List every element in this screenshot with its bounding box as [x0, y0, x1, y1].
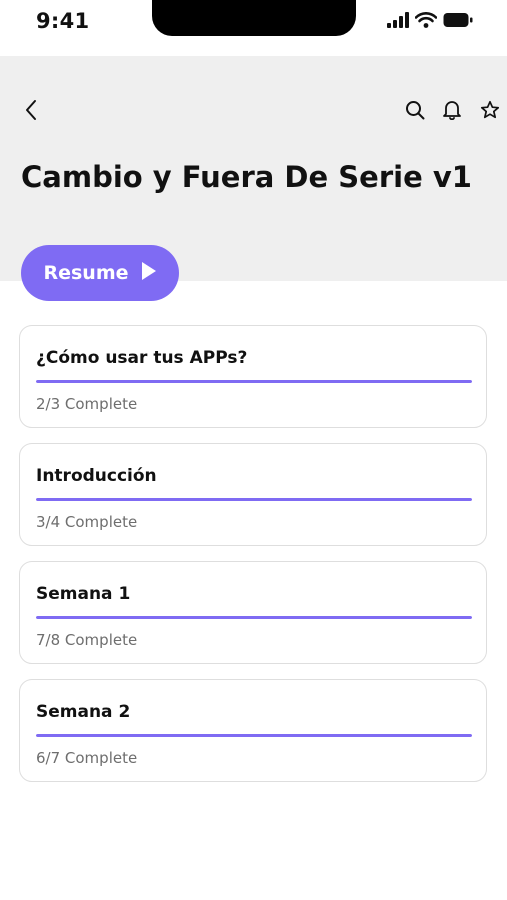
search-icon	[405, 100, 425, 123]
module-progress-bar	[36, 616, 472, 619]
chevron-left-icon	[24, 99, 38, 124]
module-card[interactable]: Introducción 3/4 Complete	[19, 443, 487, 546]
module-card[interactable]: Semana 2 6/7 Complete	[19, 679, 487, 782]
status-icons	[387, 12, 473, 32]
play-icon	[141, 261, 157, 286]
module-status: 3/4 Complete	[36, 513, 138, 531]
module-status: 6/7 Complete	[36, 749, 138, 767]
device-notch	[152, 0, 356, 36]
module-title: Semana 2	[36, 702, 131, 722]
module-progress-bar	[36, 734, 472, 737]
module-title: Introducción	[36, 466, 157, 486]
module-progress-fill	[36, 498, 472, 501]
wifi-icon	[414, 12, 438, 32]
signal-icon	[387, 12, 409, 32]
module-card[interactable]: Semana 1 7/8 Complete	[19, 561, 487, 664]
battery-icon	[443, 12, 473, 32]
star-icon	[480, 100, 500, 123]
module-status: 7/8 Complete	[36, 631, 138, 649]
module-progress-fill	[36, 616, 472, 619]
module-status: 2/3 Complete	[36, 395, 138, 413]
module-list: ¿Cómo usar tus APPs? 2/3 Complete Introd…	[19, 325, 489, 797]
module-title: Semana 1	[36, 584, 131, 604]
module-progress-bar	[36, 498, 472, 501]
module-progress-fill	[36, 734, 472, 737]
module-progress-fill	[36, 380, 472, 383]
course-page: 9:41 Cambio y Fuera De Serie v1 Resume ¿…	[0, 0, 507, 900]
notifications-button[interactable]	[439, 98, 465, 124]
module-title: ¿Cómo usar tus APPs?	[36, 348, 248, 368]
module-progress-bar	[36, 380, 472, 383]
favorite-button[interactable]	[477, 98, 503, 124]
status-bar: 9:41	[0, 0, 507, 56]
status-time: 9:41	[36, 9, 90, 33]
module-card[interactable]: ¿Cómo usar tus APPs? 2/3 Complete	[19, 325, 487, 428]
page-title: Cambio y Fuera De Serie v1	[21, 160, 472, 194]
resume-button[interactable]: Resume	[21, 245, 179, 301]
search-button[interactable]	[402, 98, 428, 124]
resume-button-label: Resume	[43, 262, 129, 284]
bell-icon	[442, 99, 462, 123]
back-button[interactable]	[18, 98, 44, 124]
